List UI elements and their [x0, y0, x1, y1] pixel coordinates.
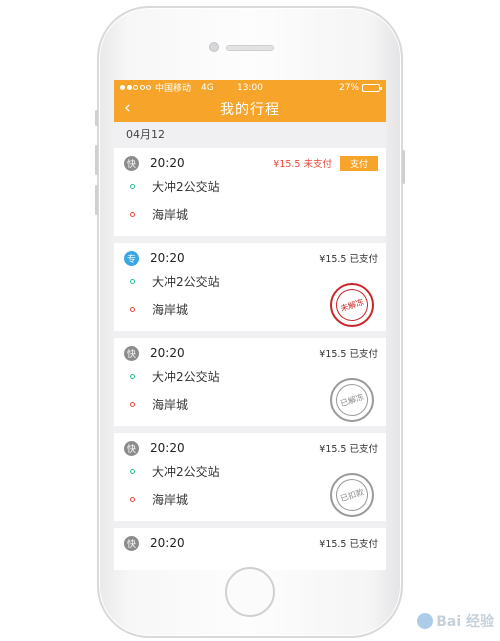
trip-time: 20:20	[150, 441, 185, 455]
destination-stop: 海岸城	[130, 301, 188, 318]
origin-dot-icon	[130, 184, 135, 189]
origin-stop: 大冲2公交站	[130, 368, 220, 385]
destination-label: 海岸城	[152, 208, 189, 222]
baidu-paw-icon	[417, 613, 434, 629]
page-title: 我的行程	[220, 101, 280, 118]
destination-stop: 海岸城	[130, 396, 188, 413]
status-bar: 中国移动 4G 13:00 27%	[114, 80, 386, 95]
trip-price-status: ¥15.5 未支付	[273, 159, 332, 170]
destination-label: 海岸城	[152, 493, 189, 507]
ride-type-badge: 快	[124, 440, 139, 456]
destination-dot-icon	[130, 497, 135, 502]
trip-card[interactable]: 快 20:20 ¥15.5 未支付 支付大冲2公交站 海岸城	[114, 148, 386, 236]
trip-time: 20:20	[150, 346, 185, 360]
page: 中国移动 4G 13:00 27% ‹ 我的行程 04月12 快 20:20 ¥15…	[0, 0, 500, 641]
back-chevron-icon[interactable]: ‹	[124, 98, 131, 118]
trip-time: 20:20	[150, 156, 185, 170]
origin-label: 大冲2公交站	[152, 465, 220, 479]
power-button	[402, 150, 405, 184]
origin-stop: 大冲2公交站	[130, 178, 220, 195]
silent-switch	[95, 110, 98, 126]
origin-label: 大冲2公交站	[152, 275, 220, 289]
date-header: 04月12	[126, 128, 165, 141]
status-stamp: 已扣款	[330, 473, 374, 517]
trip-price-status: ¥15.5 已支付	[319, 349, 378, 360]
nav-bar: ‹ 我的行程	[114, 95, 386, 122]
status-stamp-text: 已扣款	[331, 474, 373, 516]
destination-dot-icon	[130, 307, 135, 312]
origin-label: 大冲2公交站	[152, 370, 220, 384]
destination-dot-icon	[130, 402, 135, 407]
trip-card[interactable]: 专 20:20 ¥15.5 已支付大冲2公交站 海岸城 未解冻	[114, 243, 386, 331]
origin-label: 大冲2公交站	[152, 180, 220, 194]
front-camera	[209, 42, 219, 52]
pay-button[interactable]: 支付	[340, 155, 378, 171]
trip-card[interactable]: 快 20:20 ¥15.5 已支付	[114, 528, 386, 570]
trip-time: 20:20	[150, 536, 185, 550]
home-button[interactable]	[225, 567, 275, 617]
battery-icon	[362, 83, 382, 92]
earpiece-speaker	[226, 45, 274, 51]
origin-dot-icon	[130, 469, 135, 474]
ride-type-badge: 快	[124, 535, 139, 551]
destination-label: 海岸城	[152, 398, 189, 412]
destination-stop: 海岸城	[130, 206, 188, 223]
phone-screen: 中国移动 4G 13:00 27% ‹ 我的行程 04月12 快 20:20 ¥15…	[114, 80, 386, 570]
battery-percent: 27%	[338, 82, 359, 93]
trip-price-status: ¥15.5 已支付	[319, 444, 378, 455]
status-stamp-text: 未解冻	[331, 284, 373, 326]
ride-type-badge: 快	[124, 155, 139, 171]
origin-stop: 大冲2公交站	[130, 273, 220, 290]
trip-card[interactable]: 快 20:20 ¥15.5 已支付大冲2公交站 海岸城 已扣款	[114, 433, 386, 521]
trip-price-status: ¥15.5 已支付	[319, 539, 378, 550]
destination-stop: 海岸城	[130, 491, 188, 508]
baidu-jingyan-watermark: Bai 经验	[417, 611, 494, 631]
volume-down-button	[95, 185, 98, 215]
trip-list: 快 20:20 ¥15.5 未支付 支付 大冲2公交站 海岸城专 20:20 ¥15.5 已支…	[114, 148, 386, 570]
origin-dot-icon	[130, 374, 135, 379]
trip-card[interactable]: 快 20:20 ¥15.5 已支付大冲2公交站 海岸城 已解冻	[114, 338, 386, 426]
status-stamp-text: 已解冻	[331, 379, 373, 421]
origin-stop: 大冲2公交站	[130, 463, 220, 480]
status-stamp: 已解冻	[330, 378, 374, 422]
volume-up-button	[95, 145, 98, 175]
ride-type-badge: 专	[124, 250, 139, 266]
watermark-text: Bai 经验	[436, 614, 494, 630]
trip-time: 20:20	[150, 251, 185, 265]
destination-dot-icon	[130, 212, 135, 217]
status-stamp: 未解冻	[330, 283, 374, 327]
trip-price-status: ¥15.5 已支付	[319, 254, 378, 265]
ride-type-badge: 快	[124, 345, 139, 361]
destination-label: 海岸城	[152, 303, 189, 317]
origin-dot-icon	[130, 279, 135, 284]
